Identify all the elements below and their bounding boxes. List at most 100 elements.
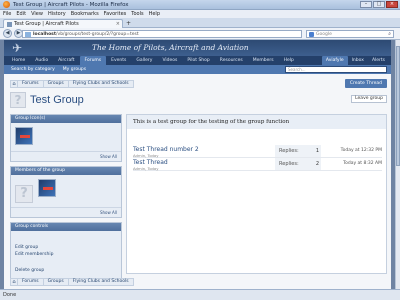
show-all-link[interactable]: Show All — [11, 207, 121, 217]
member-avatar[interactable]: ? — [15, 185, 33, 203]
address-bar[interactable]: localhost /vb/groups/test-group/2/?group… — [22, 30, 302, 38]
group-header: ? Test Group — [10, 92, 84, 108]
site-nav: Home Audio Aircraft Forums Events Galler… — [4, 56, 391, 65]
subnav-search-by-category[interactable]: Search by category — [7, 67, 59, 72]
thread-author: Admin, Today — [133, 166, 159, 171]
breadcrumb-forums[interactable]: Forums — [17, 278, 44, 286]
menu-help[interactable]: Help — [149, 11, 160, 17]
menu-favorites[interactable]: Favorites — [104, 11, 127, 17]
members-box: Members of the group ? Show All — [10, 166, 122, 218]
replies-count: 2 — [315, 161, 320, 167]
subnav-my-groups[interactable]: My groups — [59, 67, 90, 72]
menu-view[interactable]: View — [31, 11, 43, 17]
window-controls: – □ × — [360, 1, 398, 8]
breadcrumb: ⌂ Forums Groups Flying Clubs and Schools — [10, 80, 134, 88]
create-thread-button[interactable]: Create Thread — [344, 79, 387, 88]
address-host: localhost — [33, 31, 57, 37]
window-titlebar: Test Group | Aircraft Pilots - Mozilla F… — [0, 0, 400, 10]
show-all-link[interactable]: Show All — [11, 151, 121, 161]
group-main-panel: This is a test group for the testing of … — [126, 114, 387, 274]
nav-inbox[interactable]: Inbox — [348, 56, 368, 65]
minimize-icon[interactable]: – — [360, 1, 372, 8]
thread-row[interactable]: Test Thread Admin, Today Replies: 2 Toda… — [133, 158, 382, 171]
sub-nav: Search by category My groups Search... — [4, 65, 391, 74]
thread-list: Test Thread number 2 Admin, Today Replie… — [133, 145, 382, 171]
edit-group-link[interactable]: Edit group — [15, 244, 117, 251]
breadcrumb-groups[interactable]: Groups — [42, 278, 69, 286]
nav-forums[interactable]: Forums — [79, 56, 107, 65]
group-icon-body — [11, 123, 121, 151]
site-identity-icon[interactable] — [25, 31, 31, 37]
thread-title[interactable]: Test Thread — [133, 159, 168, 166]
delete-group-link[interactable]: Delete group — [15, 267, 117, 274]
group-icon-image[interactable] — [15, 127, 33, 145]
nav-help[interactable]: Help — [279, 56, 299, 65]
nav-videos[interactable]: Videos — [157, 56, 182, 65]
search-icon[interactable]: ⌕ — [388, 31, 391, 37]
close-icon[interactable]: × — [386, 1, 398, 8]
edit-membership-link[interactable]: Edit membership — [15, 251, 117, 258]
menu-history[interactable]: History — [48, 11, 66, 17]
group-avatar: ? — [10, 92, 26, 108]
site-search-input[interactable]: Search... — [285, 66, 387, 73]
nav-audio[interactable]: Audio — [30, 56, 53, 65]
user-nav: Aviafyle Inbox Alerts — [321, 56, 389, 65]
nav-pilot-shop[interactable]: Pilot Shop — [182, 56, 214, 65]
group-controls-links: Edit group Edit membership Delete group — [11, 231, 121, 278]
breadcrumb-bottom: ⌂ Forums Groups Flying Clubs and Schools — [10, 278, 134, 286]
firefox-icon — [3, 1, 10, 8]
maximize-icon[interactable]: □ — [373, 1, 385, 8]
group-controls-box: Group controls Edit group Edit membershi… — [10, 222, 122, 279]
google-icon — [309, 31, 314, 37]
menu-file[interactable]: File — [3, 11, 11, 17]
page-content: ⌂ Forums Groups Flying Clubs and Schools… — [4, 74, 391, 289]
menu-bar: File Edit View History Bookmarks Favorit… — [0, 10, 400, 18]
new-tab-icon[interactable]: + — [126, 20, 131, 27]
group-icon-box: Group Icon(s) Show All — [10, 114, 122, 162]
group-icon-heading: Group Icon(s) — [11, 115, 121, 123]
back-icon[interactable]: ◀ — [3, 29, 12, 38]
address-path: /vb/groups/test-group/2/?group=test — [56, 31, 139, 37]
status-bar: Done — [0, 289, 400, 300]
page-viewport: ✈ The Home of Pilots, Aircraft and Aviat… — [0, 40, 395, 289]
thread-row[interactable]: Test Thread number 2 Admin, Today Replie… — [133, 145, 382, 158]
page-title: Test Group — [30, 94, 84, 106]
search-placeholder: Google — [316, 31, 332, 37]
nav-gallery[interactable]: Gallery — [131, 56, 157, 65]
page-scrollbar[interactable] — [395, 40, 400, 289]
browser-search-input[interactable]: Google ⌕ — [306, 30, 394, 38]
tab-close-icon[interactable]: × — [116, 21, 120, 27]
members-heading: Members of the group — [11, 167, 121, 175]
nav-members[interactable]: Members — [248, 56, 279, 65]
nav-home[interactable]: Home — [7, 56, 30, 65]
thread-title[interactable]: Test Thread number 2 — [133, 146, 199, 153]
scrollbar-thumb[interactable] — [396, 46, 400, 166]
airplane-icon: ✈ — [12, 41, 23, 55]
menu-tools[interactable]: Tools — [131, 11, 143, 17]
nav-alerts[interactable]: Alerts — [368, 56, 389, 65]
thread-timestamp: Today at 12:32 PM — [340, 148, 382, 153]
menu-bookmarks[interactable]: Bookmarks — [71, 11, 99, 17]
tab-title: Test Group | Aircraft Pilots — [14, 21, 79, 27]
thread-timestamp: Today at 8:32 AM — [343, 161, 382, 166]
breadcrumb-flying-clubs[interactable]: Flying Clubs and Schools — [67, 278, 134, 286]
browser-tab[interactable]: Test Group | Aircraft Pilots × — [3, 19, 123, 28]
breadcrumb-forums[interactable]: Forums — [17, 80, 44, 88]
tab-strip: Test Group | Aircraft Pilots × + — [0, 18, 400, 28]
breadcrumb-groups[interactable]: Groups — [42, 80, 69, 88]
group-description: This is a test group for the testing of … — [127, 115, 386, 129]
menu-edit[interactable]: Edit — [16, 11, 26, 17]
site-banner: ✈ The Home of Pilots, Aircraft and Aviat… — [4, 40, 391, 56]
banner-text: The Home of Pilots, Aircraft and Aviatio… — [92, 43, 249, 52]
nav-events[interactable]: Events — [106, 56, 131, 65]
replies-count: 1 — [315, 148, 320, 154]
nav-aircraft[interactable]: Aircraft — [53, 56, 79, 65]
nav-user[interactable]: Aviafyle — [321, 56, 348, 65]
member-avatar[interactable] — [37, 179, 56, 197]
nav-resources[interactable]: Resources — [215, 56, 248, 65]
group-controls-heading: Group controls — [11, 223, 121, 231]
window-title: Test Group | Aircraft Pilots - Mozilla F… — [13, 1, 129, 8]
leave-group-button[interactable]: Leave group — [351, 95, 387, 103]
group-sidebar: Group Icon(s) Show All Members of the gr… — [10, 114, 122, 283]
breadcrumb-flying-clubs[interactable]: Flying Clubs and Schools — [67, 80, 134, 88]
